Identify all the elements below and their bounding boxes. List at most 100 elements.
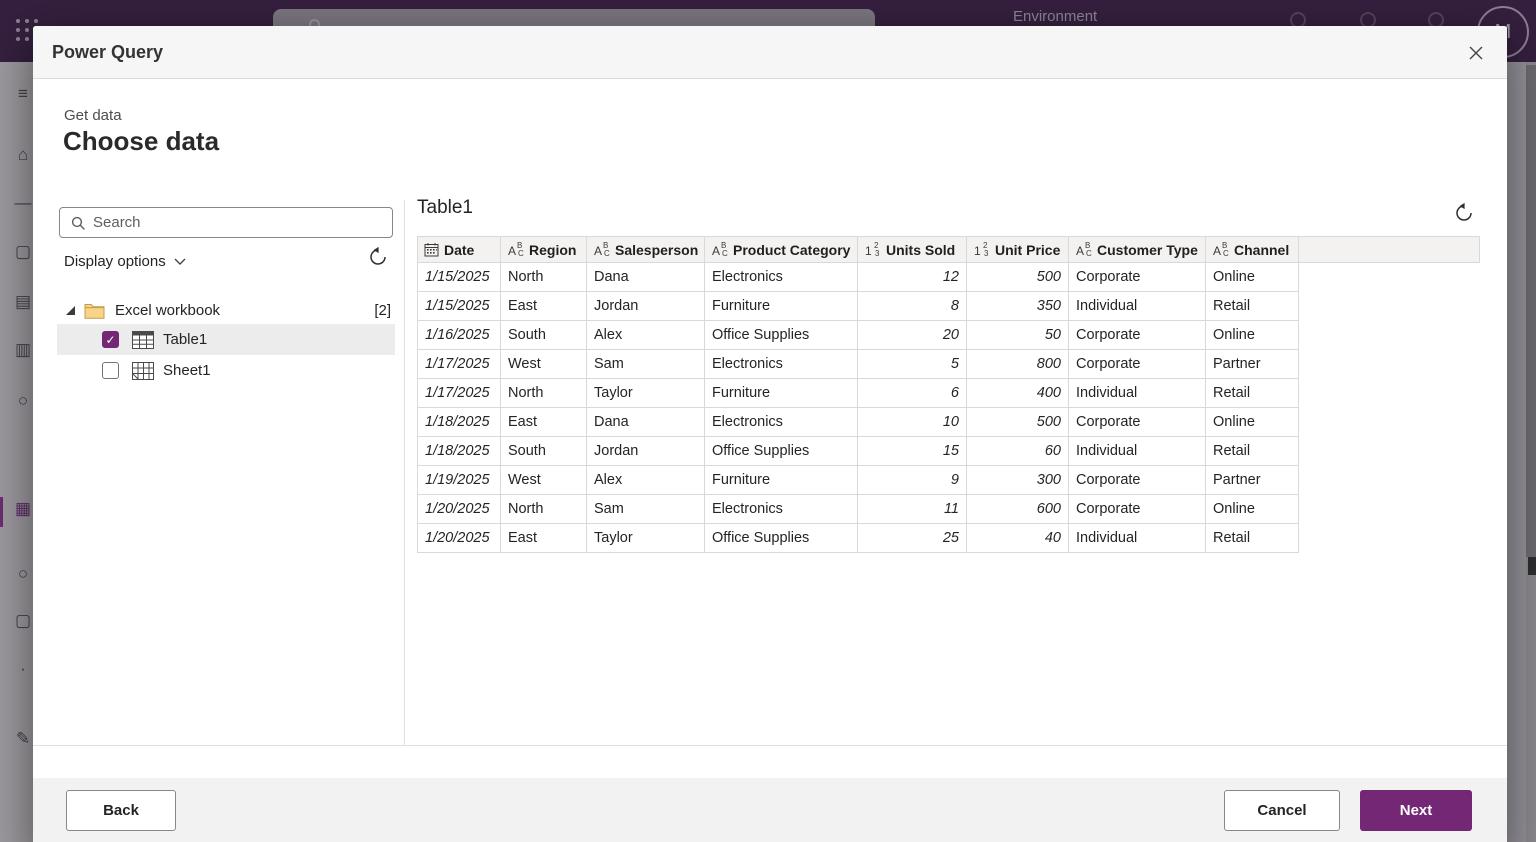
table-cell: North	[501, 495, 587, 523]
table-cell: 1/20/2025	[418, 495, 501, 523]
dialog-titlebar: Power Query	[33, 26, 1507, 79]
close-icon	[1469, 46, 1483, 60]
text-abc-icon: ABC	[508, 240, 524, 258]
table-cell: 400	[967, 379, 1069, 407]
table-row: 1/19/2025 West Alex Furniture 9 300 Corporate P…	[417, 466, 1299, 495]
table-cell: West	[501, 350, 587, 378]
table-cell: Furniture	[705, 466, 858, 494]
tree-item-excel-workbook[interactable]: Excel workbook [2]	[57, 295, 395, 325]
refresh-preview-button[interactable]	[1452, 201, 1476, 225]
close-button[interactable]	[1461, 38, 1491, 68]
table-cell: Retail	[1206, 292, 1299, 320]
next-button[interactable]: Next	[1360, 790, 1472, 831]
preview-table-body: 1/15/2025 North Dana Electronics 12 500 Corpor…	[417, 263, 1480, 553]
table-cell: Office Supplies	[705, 524, 858, 552]
text-abc-icon: ABC	[594, 240, 610, 258]
page-scrollbar-notch	[1528, 557, 1536, 575]
table-cell: 9	[858, 466, 967, 494]
number-123-icon: 123	[974, 240, 989, 258]
table-row: 1/16/2025 South Alex Office Supplies 20 50 Cor…	[417, 321, 1299, 350]
dialog-footer: Back Cancel Next	[33, 778, 1507, 842]
table-cell: South	[501, 321, 587, 349]
table-row: 1/18/2025 East Dana Electronics 10 500 Corpora…	[417, 408, 1299, 437]
back-button[interactable]: Back	[66, 790, 176, 831]
table-icon	[132, 330, 154, 349]
table-cell: Individual	[1069, 379, 1206, 407]
table-cell: Corporate	[1069, 466, 1206, 494]
content-divider	[33, 745, 1507, 746]
tree-item-label: Sheet1	[163, 362, 211, 379]
text-abc-icon: ABC	[1076, 240, 1092, 258]
search-input[interactable]	[93, 209, 388, 236]
table-cell: Furniture	[705, 379, 858, 407]
table-cell: Electronics	[705, 408, 858, 436]
table-cell: North	[501, 263, 587, 291]
table-cell: 300	[967, 466, 1069, 494]
table-row: 1/20/2025 East Taylor Office Supplies 25 40 In…	[417, 524, 1299, 553]
table-cell: Partner	[1206, 350, 1299, 378]
cancel-button[interactable]: Cancel	[1224, 790, 1340, 831]
table-cell: Partner	[1206, 466, 1299, 494]
screen: Environment M ≡⌂—▢▤▥○▦○▢·✎ Power Query G…	[0, 0, 1536, 842]
column-header-units-sold: 1 2 3 Units Sold	[858, 237, 967, 262]
table-cell: 1/19/2025	[418, 466, 501, 494]
table-cell: 12	[858, 263, 967, 291]
table-cell: 8	[858, 292, 967, 320]
table-cell: Electronics	[705, 350, 858, 378]
table-cell: Taylor	[587, 379, 705, 407]
table-cell: Corporate	[1069, 408, 1206, 436]
column-header-channel: A B C Channel	[1206, 237, 1299, 262]
table-row: 1/15/2025 North Dana Electronics 12 500 Corpor…	[417, 263, 1299, 292]
table-cell: 800	[967, 350, 1069, 378]
tree-item-label: Table1	[163, 331, 208, 348]
table-cell: Retail	[1206, 379, 1299, 407]
tree-item-sheet1[interactable]: Sheet1	[57, 355, 395, 386]
table-cell: 1/17/2025	[418, 350, 501, 378]
table-cell: Jordan	[587, 437, 705, 465]
table-cell: Office Supplies	[705, 321, 858, 349]
table-cell: 60	[967, 437, 1069, 465]
column-header-product-category: A B C Product Category	[705, 237, 858, 262]
column-header-filler	[1299, 237, 1479, 262]
table-cell: Corporate	[1069, 350, 1206, 378]
table-cell: 50	[967, 321, 1069, 349]
table-cell: 600	[967, 495, 1069, 523]
column-header-date: Date	[418, 237, 501, 262]
table-cell: North	[501, 379, 587, 407]
tree-items: ✓ Table1 Sheet1	[57, 324, 395, 386]
table-row: 1/15/2025 East Jordan Furniture 8 350 Individu…	[417, 292, 1299, 321]
column-header-salesperson: A B C Salesperson	[587, 237, 705, 262]
table-cell: East	[501, 408, 587, 436]
table-row: 1/17/2025 North Taylor Furniture 6 400 Individ…	[417, 379, 1299, 408]
chevron-down-icon	[174, 258, 186, 265]
table-cell: Online	[1206, 321, 1299, 349]
table-cell: 40	[967, 524, 1069, 552]
checkbox-unchecked[interactable]	[102, 362, 119, 379]
column-header-label: Region	[529, 241, 577, 258]
preview-table-header: Date A B C Region A B C Salesperson A B C Product Ca…	[417, 236, 1480, 263]
tree-item-table1[interactable]: ✓ Table1	[57, 324, 395, 355]
table-cell: Individual	[1069, 524, 1206, 552]
table-cell: Online	[1206, 408, 1299, 436]
checkbox-checked[interactable]: ✓	[102, 331, 119, 348]
table-cell: 25	[858, 524, 967, 552]
table-cell: 1/17/2025	[418, 379, 501, 407]
column-header-label: Unit Price	[995, 241, 1061, 258]
table-cell: Corporate	[1069, 321, 1206, 349]
dialog-title: Power Query	[52, 42, 164, 62]
table-cell: Jordan	[587, 292, 705, 320]
table-cell: 10	[858, 408, 967, 436]
table-cell: 350	[967, 292, 1069, 320]
table-cell: Retail	[1206, 437, 1299, 465]
page-title: Choose data	[63, 126, 220, 156]
display-options-label: Display options	[64, 253, 166, 270]
expand-caret-icon[interactable]	[66, 305, 75, 315]
number-123-icon: 123	[865, 240, 880, 258]
environment-label: Environment	[1013, 8, 1098, 25]
table-cell: 1/18/2025	[418, 437, 501, 465]
table-cell: Furniture	[705, 292, 858, 320]
power-query-dialog: Power Query Get data Choose data Display…	[33, 26, 1507, 842]
table-cell: West	[501, 466, 587, 494]
display-options-dropdown[interactable]: Display options	[64, 253, 186, 270]
refresh-tree-button[interactable]	[366, 245, 390, 269]
